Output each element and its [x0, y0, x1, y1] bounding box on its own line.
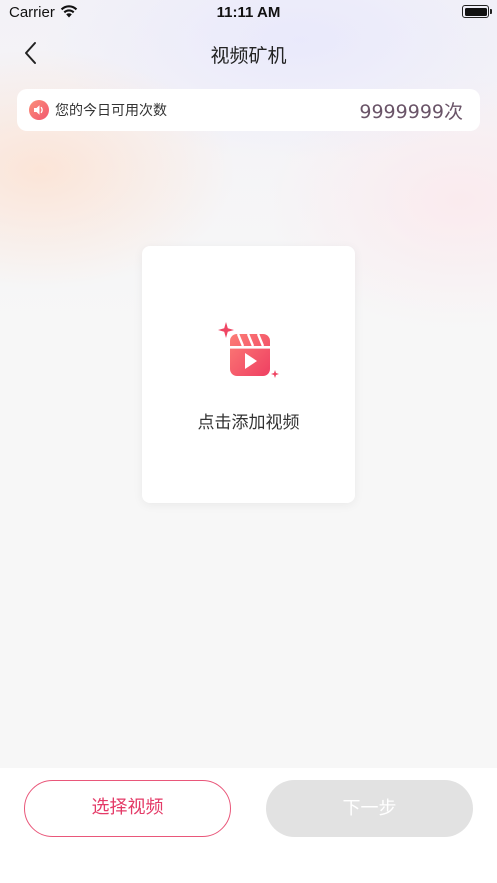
clock: 11:11 AM: [216, 4, 281, 21]
video-clapper-icon: [218, 322, 279, 378]
select-video-button[interactable]: 选择视频: [24, 780, 231, 837]
battery-icon: [462, 5, 492, 18]
status-bar: Carrier 11:11 AM: [0, 0, 497, 26]
add-video-label: 点击添加视频: [197, 413, 300, 433]
speaker-icon: [29, 100, 49, 120]
next-step-button[interactable]: 下一步: [266, 780, 473, 837]
nav-bar: 视频矿机: [0, 30, 497, 76]
bottom-action-bar: 选择视频 下一步: [0, 768, 497, 883]
usage-card: 您的今日可用次数 9999999次: [17, 89, 480, 131]
usage-count: 9999999次: [359, 101, 463, 123]
usage-label: 您的今日可用次数: [55, 103, 167, 119]
add-video-card[interactable]: 点击添加视频: [142, 246, 355, 503]
page-title: 视频矿机: [210, 45, 287, 67]
